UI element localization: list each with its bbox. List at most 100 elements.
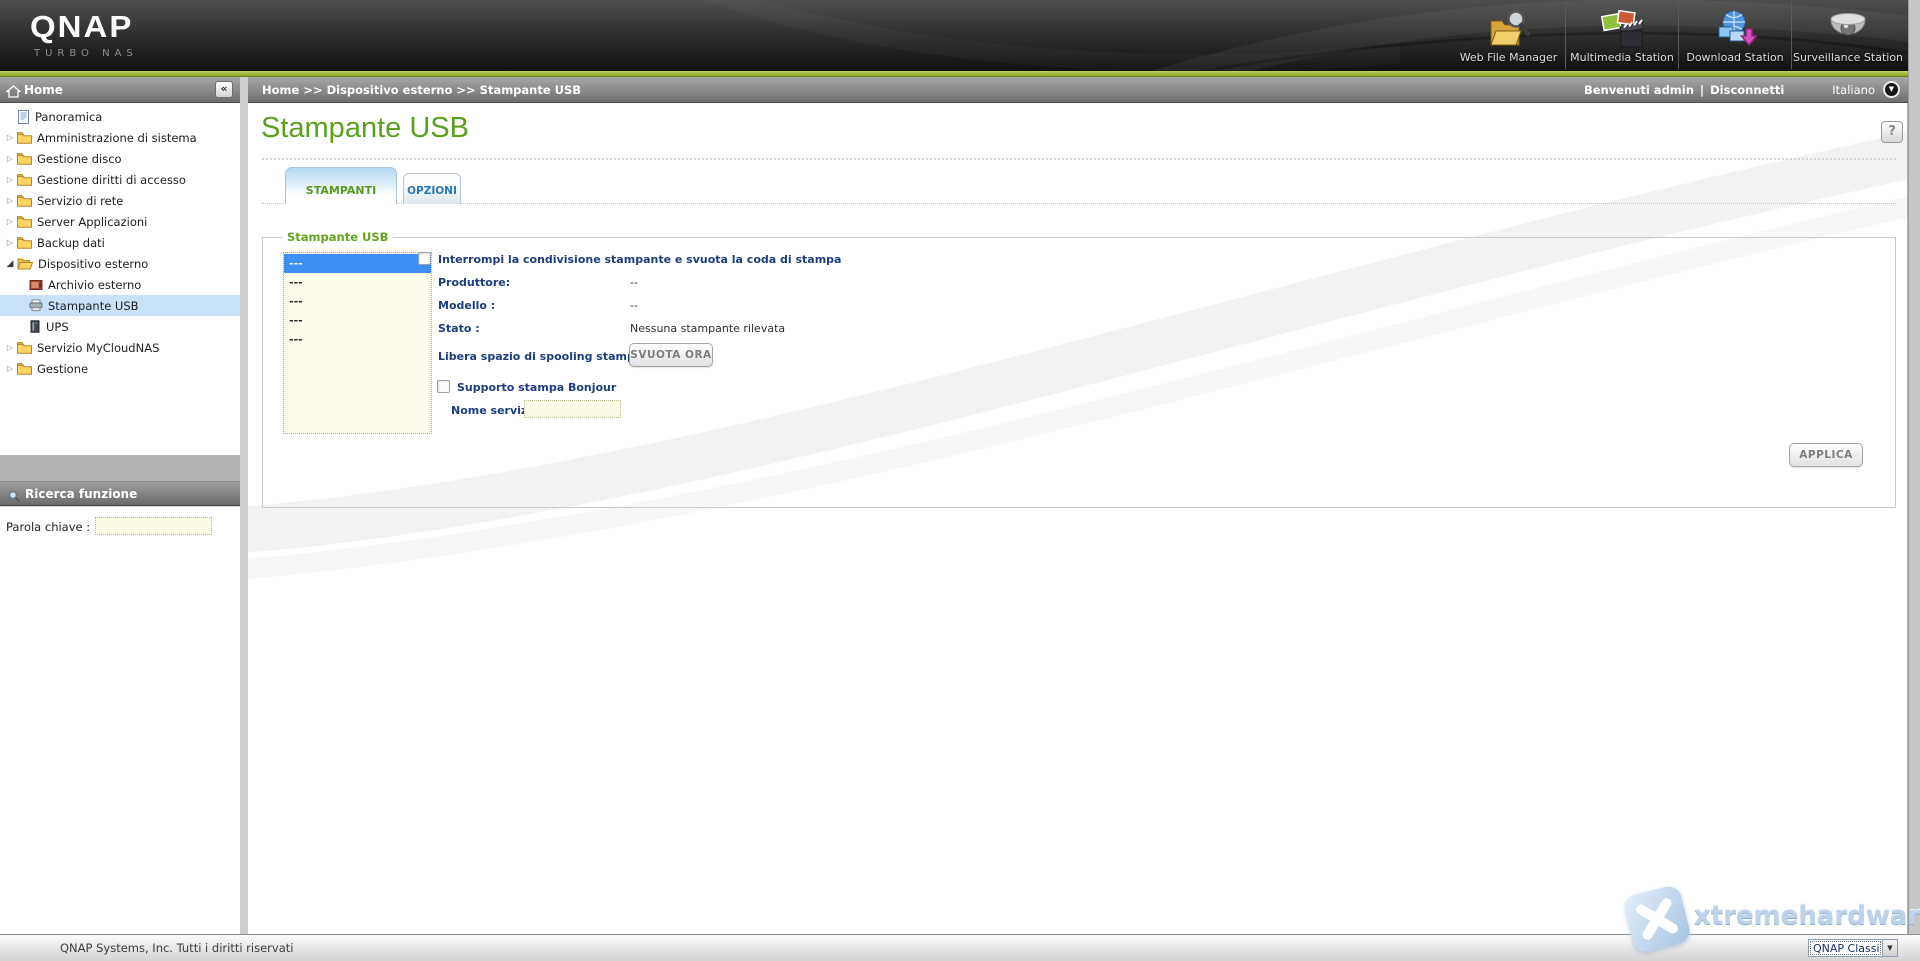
printer-list-item[interactable]: ---	[284, 330, 431, 349]
copyright-text: QNAP Systems, Inc. Tutti i diritti riser…	[60, 941, 293, 955]
printer-list-item[interactable]: ---	[284, 254, 431, 273]
language-dropdown-icon: ▼	[1883, 81, 1900, 98]
expand-arrow-icon[interactable]: ▷	[3, 154, 17, 163]
expand-arrow-icon[interactable]: ▷	[3, 364, 17, 373]
tree-label: UPS	[46, 320, 69, 334]
stop-sharing-label: Interrompi la condivisione stampante e s…	[438, 253, 841, 266]
sidebar-spacer	[0, 455, 240, 481]
expand-arrow-icon[interactable]: ▷	[3, 175, 17, 184]
modello-value: --	[630, 299, 638, 312]
service-name-input[interactable]	[524, 400, 621, 418]
function-search-title: Ricerca funzione	[25, 487, 137, 501]
station-web-file-manager[interactable]: Web File Manager	[1452, 2, 1565, 69]
language-label: Italiano	[1832, 83, 1875, 97]
sidebar-item-ups[interactable]: UPS	[0, 316, 240, 337]
sidebar-item-archivio-esterno[interactable]: Archivio esterno	[0, 274, 240, 295]
page-title: Stampante USB	[261, 112, 469, 145]
ups-icon	[29, 320, 41, 333]
bonjour-checkbox[interactable]	[437, 380, 450, 393]
folder-icon	[17, 341, 32, 354]
sidebar-item-gestione[interactable]: ▷ Gestione	[0, 358, 240, 379]
theme-select-value: QNAP Classic	[1810, 941, 1881, 955]
sidebar-title: Home	[24, 83, 63, 97]
sidebar-item-servizio-mycloudnas[interactable]: ▷ Servizio MyCloudNAS	[0, 337, 240, 358]
printer-list-item[interactable]: ---	[284, 311, 431, 330]
produttore-value: --	[630, 276, 638, 289]
expand-arrow-icon[interactable]: ▷	[3, 133, 17, 142]
modello-label: Modello :	[438, 299, 495, 312]
tree-label: Stampante USB	[48, 299, 139, 313]
right-gutter	[1908, 0, 1920, 934]
tree-label: Backup dati	[37, 236, 105, 250]
usb-printer-icon	[29, 299, 43, 312]
stop-sharing-checkbox[interactable]	[418, 252, 431, 265]
station-shortcuts: Web File Manager Multimedia Station	[1452, 2, 1904, 69]
station-multimedia[interactable]: Multimedia Station	[1565, 2, 1678, 69]
breadcrumb: Home >> Dispositivo esterno >> Stampante…	[262, 83, 581, 97]
printer-list-item[interactable]: ---	[284, 273, 431, 292]
sidebar-item-gestione-disco[interactable]: ▷ Gestione disco	[0, 148, 240, 169]
sidebar-item-stampante-usb[interactable]: Stampante USB	[0, 295, 240, 316]
multimedia-station-icon	[1600, 8, 1644, 49]
sidebar-item-gestione-diritti[interactable]: ▷ Gestione diritti di accesso	[0, 169, 240, 190]
station-surveillance[interactable]: Surveillance Station	[1791, 2, 1904, 69]
svuota-ora-button[interactable]: SVUOTA ORA	[629, 343, 713, 367]
folder-icon	[17, 362, 32, 375]
folder-icon	[17, 215, 32, 228]
collapse-arrow-icon[interactable]: ◢	[3, 259, 17, 269]
folder-icon	[17, 194, 32, 207]
fieldset-legend: Stampante USB	[282, 230, 393, 244]
overview-doc-icon	[17, 110, 30, 124]
tab-stampanti[interactable]: STAMPANTI	[285, 167, 397, 204]
sidebar-item-panoramica[interactable]: Panoramica	[0, 106, 240, 127]
expand-arrow-icon[interactable]: ▷	[3, 343, 17, 352]
keyword-input[interactable]	[95, 517, 212, 535]
sidebar-tree: Panoramica ▷ Amministrazione di sistema …	[0, 103, 240, 455]
tree-label: Server Applicazioni	[37, 215, 147, 229]
tab-baseline	[262, 203, 1896, 204]
folder-icon	[17, 236, 32, 249]
qnap-logo-text: QNAP	[30, 10, 133, 45]
sidebar-item-dispositivo-esterno[interactable]: ◢ Dispositivo esterno	[0, 253, 240, 274]
help-button[interactable]: ?	[1881, 121, 1903, 143]
sidebar-item-servizio-di-rete[interactable]: ▷ Servizio di rete	[0, 190, 240, 211]
station-label: Web File Manager	[1460, 51, 1558, 64]
welcome-text: Benvenuti admin	[1584, 83, 1694, 97]
produttore-label: Produttore:	[438, 276, 510, 289]
printer-list-item[interactable]: ---	[284, 292, 431, 311]
station-label: Surveillance Station	[1793, 51, 1903, 64]
expand-arrow-icon[interactable]: ▷	[3, 196, 17, 205]
sidebar-item-backup-dati[interactable]: ▷ Backup dati	[0, 232, 240, 253]
station-download[interactable]: Download Station	[1678, 2, 1791, 69]
tree-label: Gestione	[37, 362, 88, 376]
breadcrumb-bar: Home >> Dispositivo esterno >> Stampante…	[248, 77, 1908, 103]
surveillance-station-icon	[1826, 8, 1870, 49]
sidebar-item-amministrazione-di-sistema[interactable]: ▷ Amministrazione di sistema	[0, 127, 240, 148]
sidebar-item-server-applicazioni[interactable]: ▷ Server Applicazioni	[0, 211, 240, 232]
tree-label: Gestione disco	[37, 152, 122, 166]
tree-label: Archivio esterno	[48, 278, 141, 292]
apply-button[interactable]: APPLICA	[1789, 443, 1863, 467]
bonjour-label: Supporto stampa Bonjour	[457, 381, 616, 394]
tab-opzioni[interactable]: OPZIONI	[403, 173, 461, 204]
qnap-logo[interactable]: QNAP TURBO NAS	[28, 6, 208, 66]
search-icon	[8, 488, 21, 507]
function-search-header: Ricerca funzione	[0, 481, 240, 506]
theme-select[interactable]: QNAP Classic ▼	[1808, 939, 1898, 957]
expand-arrow-icon[interactable]: ▷	[3, 238, 17, 247]
tree-label: Servizio di rete	[37, 194, 123, 208]
tree-label: Dispositivo esterno	[38, 257, 148, 271]
tree-label: Servizio MyCloudNAS	[37, 341, 159, 355]
separator-text: |	[1700, 83, 1704, 97]
collapse-sidebar-button[interactable]: «	[215, 81, 233, 98]
title-separator	[262, 158, 1896, 160]
stato-label: Stato :	[438, 322, 480, 335]
language-selector[interactable]: Italiano ▼	[1832, 81, 1900, 98]
sidebar-header: Home «	[0, 77, 240, 103]
logout-link[interactable]: Disconnetti	[1710, 83, 1784, 97]
expand-arrow-icon[interactable]: ▷	[3, 217, 17, 226]
turbo-nas-subtitle: TURBO NAS	[34, 48, 138, 59]
main-content: ? Stampante USB STAMPANTI OPZIONI Stampa…	[248, 103, 1908, 934]
keyword-label: Parola chiave :	[6, 520, 90, 534]
status-bar: QNAP Systems, Inc. Tutti i diritti riser…	[0, 934, 1920, 961]
